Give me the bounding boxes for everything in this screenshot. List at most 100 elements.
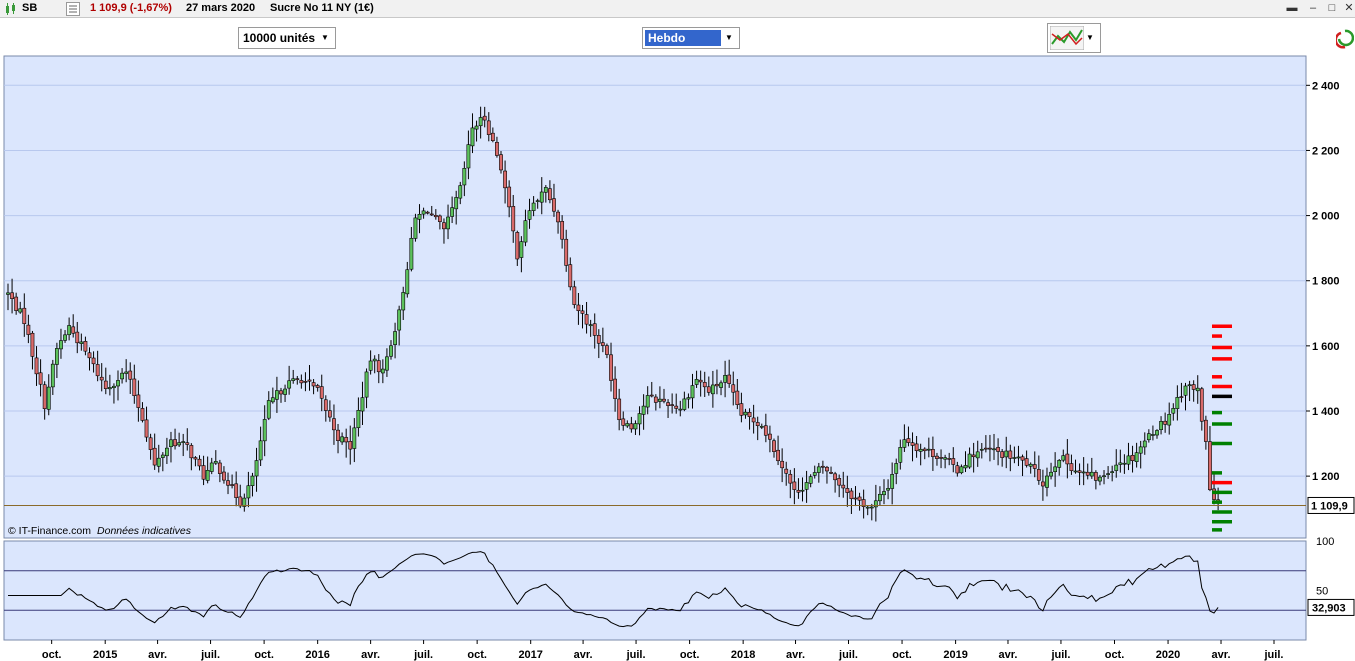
candle-body [698,379,703,383]
candle-body [385,356,389,371]
candle-body [845,488,850,493]
candle-body [482,115,487,121]
candle-body [515,232,520,260]
candle-body [152,447,157,466]
candle-body [67,325,72,336]
candle-body [193,457,198,460]
candle-body [1130,454,1135,461]
candle-body [1183,385,1188,396]
candle-body [548,188,552,201]
watermark-brand: © IT-Finance.com [8,525,91,537]
candle-body [437,215,442,222]
candle-body [490,132,495,141]
candle-body [1053,466,1058,472]
x-tick-label: avr. [361,649,380,661]
candle-body [967,453,972,468]
candle-body [6,292,10,295]
candle-body [283,388,287,395]
x-tick-label: avr. [998,649,1017,661]
time-x-axis: oct. 2015 avr. juil. oct. 2016 avr. juil. oct. 20… [42,640,1283,661]
candle-body [397,309,402,331]
candle-body [621,418,626,426]
candle-body [662,398,666,402]
candle-body [902,439,907,448]
candle-body [1057,460,1062,468]
candle-body [160,454,165,458]
x-tick-label: oct. [680,649,700,661]
candle-body [1089,471,1094,477]
candle-body [340,436,345,443]
watermark-note: Données indicatives [97,525,192,537]
candle-body [727,374,732,384]
candle-body [926,448,931,451]
candle-body [344,437,349,443]
candle-body [715,383,719,387]
candle-body [531,202,536,211]
y-tick-label: 2 200 [1312,145,1340,157]
candle-body [1203,419,1208,442]
candle-body [878,493,882,502]
candle-body [625,423,630,427]
candle-body [360,397,365,412]
candle-body [833,473,838,481]
candle-body [181,441,186,443]
candle-body [75,331,80,344]
candle-body [1041,481,1045,487]
x-tick-label-year: 2018 [731,649,755,661]
candle-body [910,442,915,446]
candle-body [1167,413,1172,426]
candle-body [869,506,874,509]
candle-body [592,323,597,336]
candle-body [417,213,422,220]
osc-tick-label: 100 [1316,536,1334,548]
candle-body [572,286,577,305]
candle-body [1036,469,1041,481]
candle-body [743,411,748,416]
candle-body [486,120,491,135]
candle-body [50,363,55,388]
candle-body [144,419,149,438]
candle-body [303,381,308,383]
candle-body [841,484,846,489]
candle-body [413,217,418,239]
candle-body [287,380,292,389]
y-tick-label: 1 400 [1312,406,1340,418]
candle-body [185,442,190,445]
candle-body [580,310,585,314]
candle-body [992,448,996,451]
candle-body [454,197,459,210]
osc-tick-label: 50 [1316,586,1328,598]
y-tick-label: 1 600 [1312,341,1340,353]
candle-body [873,500,878,508]
candle-body [596,335,601,344]
candle-body [776,449,780,462]
candle-body [458,185,463,199]
candle-body [474,125,479,130]
candle-body [527,210,532,220]
chart-area[interactable]: 2 400 2 200 2 000 1 800 1 600 1 400 1 200 1 109… [0,0,1355,661]
candle-body [1093,472,1098,481]
candle-body [1212,488,1216,500]
candle-body [682,398,687,410]
candle-body [882,491,886,496]
candle-body [1028,463,1033,467]
osc-last-label: 32,903 [1312,602,1346,614]
candle-body [348,441,353,450]
candle-body [686,397,691,400]
x-tick-label-year: 2016 [305,649,329,661]
candle-body [963,465,968,469]
x-tick-label: oct. [467,649,487,661]
candle-body [751,417,756,423]
candle-body [768,433,772,440]
candle-body [1069,463,1074,471]
candle-body [201,465,206,480]
candle-body [535,200,540,202]
candle-body [499,154,503,171]
candle-body [772,440,776,452]
candle-body [279,390,283,395]
candle-body [466,144,471,169]
x-tick-label: oct. [892,649,912,661]
candle-body [132,378,137,397]
candle-body [694,379,699,385]
candle-body [812,472,817,476]
